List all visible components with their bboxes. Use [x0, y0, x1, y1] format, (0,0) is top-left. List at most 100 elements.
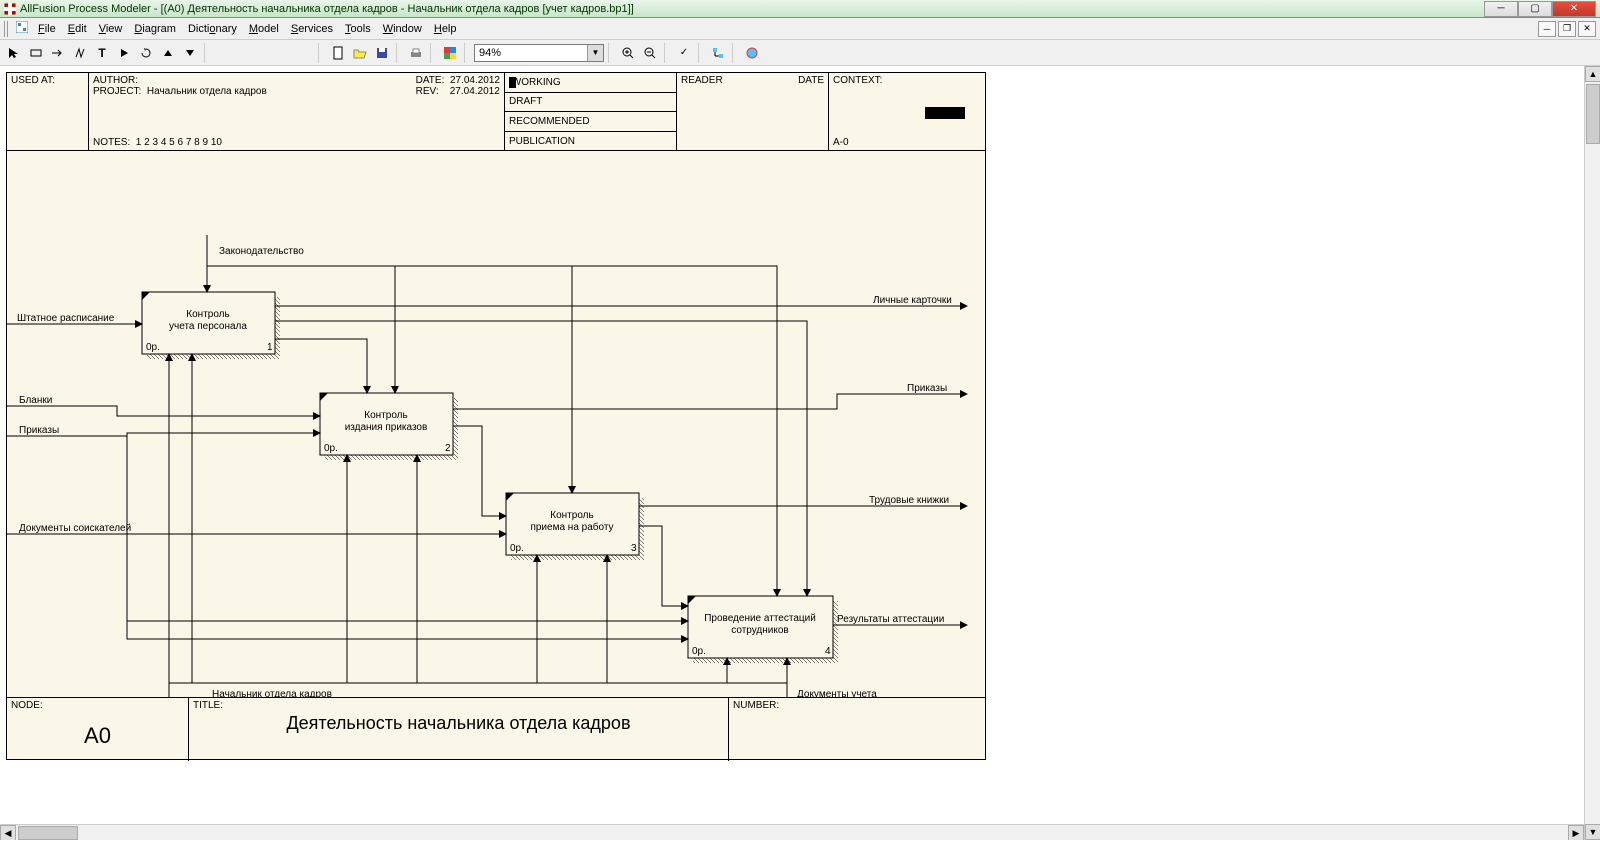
mdi-close-button[interactable]: ✕	[1578, 21, 1596, 37]
zoom-combo[interactable]: 94% ▼	[474, 44, 604, 62]
footer-node: NODE: A0	[7, 698, 189, 761]
down-tool[interactable]	[180, 43, 200, 63]
menu-dictionary[interactable]: Dictionary	[182, 21, 243, 37]
print-button[interactable]	[406, 43, 426, 63]
date-value: 27.04.2012	[450, 75, 500, 86]
svg-text:Контроль: Контроль	[186, 309, 229, 320]
play-tool[interactable]	[114, 43, 134, 63]
menu-model[interactable]: Model	[243, 21, 285, 37]
scroll-down-icon[interactable]: ▼	[1585, 824, 1600, 840]
svg-text:Законодательство: Законодательство	[219, 246, 304, 257]
author-label: AUTHOR:	[93, 75, 138, 86]
header-context: CONTEXT: A-0	[829, 73, 985, 150]
squiggle-tool[interactable]	[70, 43, 90, 63]
svg-text:4: 4	[825, 646, 831, 657]
menu-edit[interactable]: Edit	[62, 21, 93, 37]
svg-text:3: 3	[631, 543, 637, 554]
svg-text:приема на работу: приема на работу	[530, 521, 613, 533]
minimize-button[interactable]: ─	[1484, 1, 1518, 17]
mdi-minimize-button[interactable]: ─	[1538, 21, 1556, 37]
model-explorer-button[interactable]	[708, 43, 728, 63]
up-tool[interactable]	[158, 43, 178, 63]
scroll-right-icon[interactable]: ▶	[1568, 825, 1584, 840]
spellcheck-button[interactable]: ✓	[674, 43, 694, 63]
text-tool[interactable]: T	[92, 43, 112, 63]
context-value: A-0	[833, 137, 849, 148]
menu-file[interactable]: File	[32, 21, 62, 37]
svg-text:Бланки: Бланки	[19, 395, 52, 406]
canvas[interactable]: USED AT: AUTHOR: PROJECT: Начальник отде…	[0, 66, 1600, 840]
arrow-tool[interactable]	[48, 43, 68, 63]
hscroll-thumb[interactable]	[18, 826, 78, 840]
app-small-icon	[16, 21, 28, 36]
svg-text:Документы учета: Документы учета	[797, 689, 877, 697]
zoom-dropdown-icon[interactable]: ▼	[587, 45, 603, 61]
save-button[interactable]	[372, 43, 392, 63]
maximize-button[interactable]: ▢	[1518, 1, 1552, 17]
svg-text:Контроль: Контроль	[364, 410, 407, 421]
vertical-scrollbar[interactable]: ▲ ▼	[1584, 66, 1600, 840]
svg-text:Штатное расписание: Штатное расписание	[17, 313, 115, 324]
footer-title: TITLE: Деятельность начальника отдела ка…	[189, 698, 729, 761]
header-used-at: USED AT:	[7, 73, 89, 150]
footer-number: NUMBER:	[729, 698, 985, 761]
context-label: CONTEXT:	[833, 75, 882, 86]
activity-box-tool[interactable]	[26, 43, 46, 63]
used-at-label: USED AT:	[11, 75, 55, 86]
window-titlebar: AllFusion Process Modeler - [(A0) Деятел…	[0, 0, 1600, 18]
svg-text:0р.: 0р.	[510, 543, 524, 554]
svg-text:Контроль: Контроль	[550, 510, 593, 521]
status-recommended: RECOMMENDED	[509, 116, 590, 127]
refresh-tool[interactable]	[136, 43, 156, 63]
open-button[interactable]	[350, 43, 370, 63]
status-draft: DRAFT	[509, 96, 542, 107]
window-buttons: ─ ▢ ✕	[1484, 1, 1596, 17]
zoom-out-button[interactable]	[640, 43, 660, 63]
scroll-up-icon[interactable]: ▲	[1585, 66, 1600, 82]
scroll-left-icon[interactable]: ◀	[0, 825, 16, 840]
horizontal-scrollbar[interactable]: ◀ ▶	[0, 824, 1584, 840]
svg-text:Приказы: Приказы	[907, 383, 947, 394]
zoom-in-button[interactable]	[618, 43, 638, 63]
rev-label: REV:	[416, 86, 439, 97]
zoom-value: 94%	[479, 47, 501, 59]
menu-window[interactable]: Window	[377, 21, 428, 37]
pointer-tool[interactable]	[4, 43, 24, 63]
status-publication: PUBLICATION	[509, 136, 575, 147]
new-button[interactable]	[328, 43, 348, 63]
diagram-body[interactable]: Контроль учета персонала 0р. 1 Контроль …	[7, 151, 985, 697]
svg-text:Личные карточки: Личные карточки	[873, 295, 952, 306]
svg-text:Результаты аттестации: Результаты аттестации	[837, 614, 944, 625]
report-button[interactable]	[742, 43, 762, 63]
close-button[interactable]: ✕	[1552, 1, 1596, 17]
title-value: Деятельность начальника отдела кадров	[193, 711, 724, 734]
title-label: TITLE:	[193, 700, 223, 711]
rev-value: 27.04.2012	[450, 86, 500, 97]
svg-text:2: 2	[445, 443, 451, 454]
notes-label: NOTES:	[93, 137, 130, 148]
idef0-svg: Контроль учета персонала 0р. 1 Контроль …	[7, 151, 985, 697]
menu-help[interactable]: Help	[428, 21, 463, 37]
svg-text:Начальник отдела кадров: Начальник отдела кадров	[212, 689, 332, 697]
menu-diagram[interactable]: Diagram	[128, 21, 182, 37]
header-reader: READER DATE	[677, 73, 829, 150]
diagram-header: USED AT: AUTHOR: PROJECT: Начальник отде…	[7, 73, 985, 151]
svg-text:Приказы: Приказы	[19, 425, 59, 436]
app-icon	[4, 3, 16, 15]
reader-date-label: DATE	[798, 75, 824, 148]
reader-label: READER	[681, 75, 798, 148]
menu-services[interactable]: Services	[285, 21, 339, 37]
menu-tools[interactable]: Tools	[339, 21, 377, 37]
mdi-restore-button[interactable]: ❐	[1558, 21, 1576, 37]
menu-view[interactable]: View	[93, 21, 129, 37]
notes-value: 1 2 3 4 5 6 7 8 9 10	[136, 137, 222, 148]
color-tool[interactable]	[440, 43, 460, 63]
svg-text:учета персонала: учета персонала	[169, 321, 247, 332]
date-label: DATE:	[416, 75, 445, 86]
svg-text:0р.: 0р.	[146, 342, 160, 353]
diagram-frame: USED AT: AUTHOR: PROJECT: Начальник отде…	[6, 72, 986, 760]
svg-text:Проведение аттестаций: Проведение аттестаций	[704, 613, 816, 624]
diagram-footer: NODE: A0 TITLE: Деятельность начальника …	[7, 697, 985, 761]
vscroll-thumb[interactable]	[1586, 84, 1600, 144]
svg-text:Трудовые книжки: Трудовые книжки	[869, 495, 949, 506]
